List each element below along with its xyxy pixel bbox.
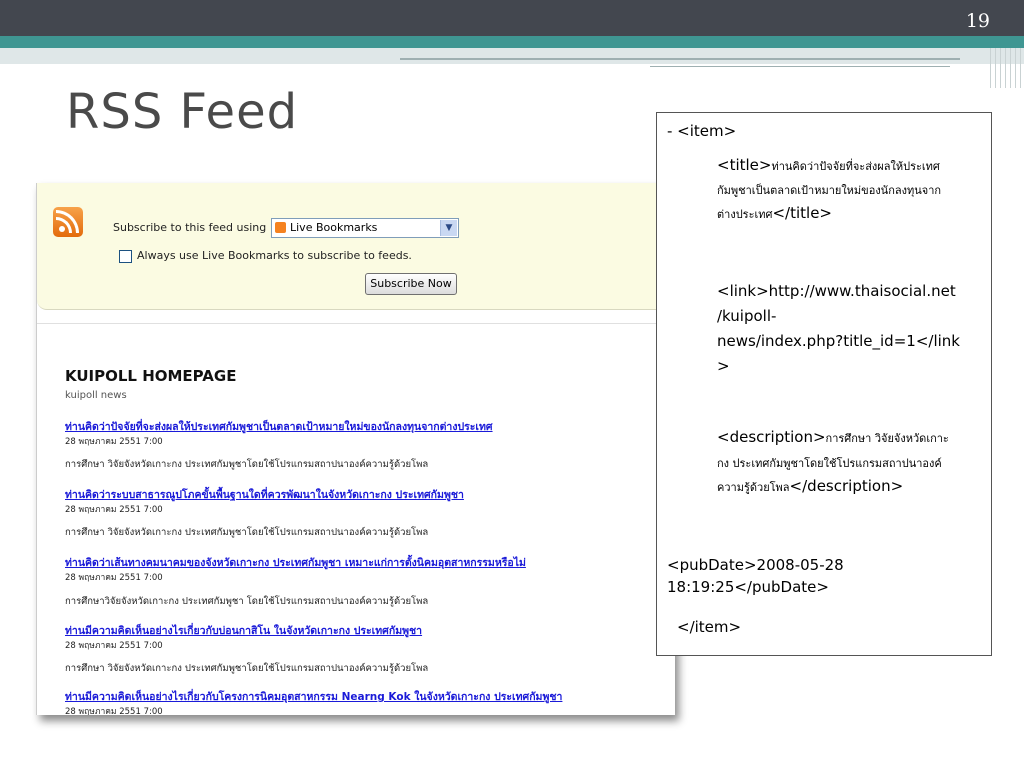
feed-item-date: 28 พฤษภาคม 2551 7:00	[65, 505, 163, 515]
code-title: <title>ท่านคิดว่าปัจจัยที่จะส่งผลให้ประเ…	[717, 153, 940, 179]
live-bookmarks-icon	[275, 222, 286, 233]
feed-item-date: 28 พฤษภาคม 2551 7:00	[65, 707, 163, 715]
header-stripes	[990, 48, 1024, 88]
reader-select-value: Live Bookmarks	[290, 221, 378, 234]
feed-item-date: 28 พฤษภาคม 2551 7:00	[65, 573, 163, 583]
feed-screenshot: Subscribe to this feed using Live Bookma…	[36, 183, 675, 715]
homepage-title: KUIPOLL HOMEPAGE	[65, 367, 237, 385]
reader-select[interactable]: Live Bookmarks ▼	[271, 218, 459, 238]
feed-item-date: 28 พฤษภาคม 2551 7:00	[65, 641, 163, 651]
header-accent-band	[0, 36, 1024, 48]
rss-icon	[53, 207, 83, 237]
always-use-checkbox[interactable]	[119, 250, 132, 263]
feed-item-title[interactable]: ท่านคิดว่าระบบสาธารณูปโภคขั้นพื้นฐานใดที…	[65, 486, 464, 503]
slide-title: RSS Feed	[66, 84, 299, 140]
code-title-close: </title>	[772, 204, 833, 222]
feed-item-desc: การศึกษา วิจัยจังหวัดเกาะกง ประเทศกัมพูช…	[65, 527, 429, 538]
feed-item-title[interactable]: ท่านมีความคิดเห็นอย่างไรเกี่ยวกับโครงการ…	[65, 688, 562, 705]
code-title-open: <title>	[717, 156, 772, 174]
feed-content: KUIPOLL HOMEPAGE kuipoll news ท่านคิดว่า…	[37, 323, 675, 715]
slide-number: 19	[965, 10, 990, 32]
always-use-label: Always use Live Bookmarks to subscribe t…	[137, 249, 412, 262]
code-title-text-3: ต่างประเทศ	[717, 208, 773, 221]
feed-item-title[interactable]: ท่านมีความคิดเห็นอย่างไรเกี่ยวกับบ่อนกาส…	[65, 622, 422, 639]
header-band	[0, 0, 1024, 36]
code-desc-line-3: ความรู้ด้วยโพล</description>	[717, 474, 903, 500]
feed-item-desc: การศึกษา วิจัยจังหวัดเกาะกง ประเทศกัมพูช…	[65, 459, 429, 470]
code-title-text-2: กัมพูชาเป็นตลาดเป้าหมายใหม่ของนักลงทุนจา…	[717, 184, 942, 197]
code-description: <description>การศึกษา วิจัยจังหวัดเกาะ	[717, 425, 949, 451]
code-link-2: /kuipoll-	[717, 307, 777, 325]
chevron-down-icon[interactable]: ▼	[440, 220, 457, 236]
code-link-4: >	[717, 357, 730, 375]
subscribe-now-button[interactable]: Subscribe Now	[365, 273, 457, 295]
rss-xml-code-box: - <item> <title>ท่านคิดว่าปัจจัยที่จะส่ง…	[656, 112, 992, 656]
homepage-subtitle: kuipoll news	[65, 390, 127, 401]
code-desc-text-2: กง ประเทศกัมพูชาโดยใช้โปรแกรมสถาปนาองค์	[717, 457, 942, 470]
code-link-1: <link>http://www.thaisocial.net	[717, 282, 956, 300]
feed-item-desc: การศึกษา วิจัยจังหวัดเกาะกง ประเทศกัมพูช…	[65, 663, 429, 674]
code-desc-text-3: ความรู้ด้วยโพล	[717, 481, 790, 494]
subscribe-label: Subscribe to this feed using	[113, 221, 267, 234]
feed-item-title[interactable]: ท่านคิดว่าเส้นทางคมนาคมของจังหวัดเกาะกง …	[65, 554, 526, 571]
header-light-band	[0, 48, 1024, 64]
code-link-3: news/index.php?title_id=1</link	[717, 332, 960, 350]
feed-item-date: 28 พฤษภาคม 2551 7:00	[65, 437, 163, 447]
feed-item-title[interactable]: ท่านคิดว่าปัจจัยที่จะส่งผลให้ประเทศกัมพู…	[65, 418, 493, 435]
header-rule	[400, 58, 960, 60]
code-title-line-3: ต่างประเทศ</title>	[717, 201, 832, 227]
code-desc-text-1: การศึกษา วิจัยจังหวัดเกาะ	[825, 432, 949, 445]
header-rule-thin	[650, 66, 950, 67]
code-item-close: </item>	[677, 618, 742, 636]
feed-item-desc: การศึกษาวิจัยจังหวัดเกาะกง ประเทศกัมพูชา…	[65, 596, 429, 607]
code-item-open: - <item>	[667, 122, 737, 140]
code-title-line-2: กัมพูชาเป็นตลาดเป้าหมายใหม่ของนักลงทุนจา…	[717, 177, 941, 203]
feed-subscribe-header: Subscribe to this feed using Live Bookma…	[37, 183, 675, 310]
code-desc-open: <description>	[717, 428, 826, 446]
code-desc-close: </description>	[789, 477, 904, 495]
code-title-text-1: ท่านคิดว่าปัจจัยที่จะส่งผลให้ประเทศ	[771, 160, 940, 173]
code-desc-line-2: กง ประเทศกัมพูชาโดยใช้โปรแกรมสถาปนาองค์	[717, 450, 942, 476]
code-pubdate-2: 18:19:25</pubDate>	[667, 578, 829, 596]
